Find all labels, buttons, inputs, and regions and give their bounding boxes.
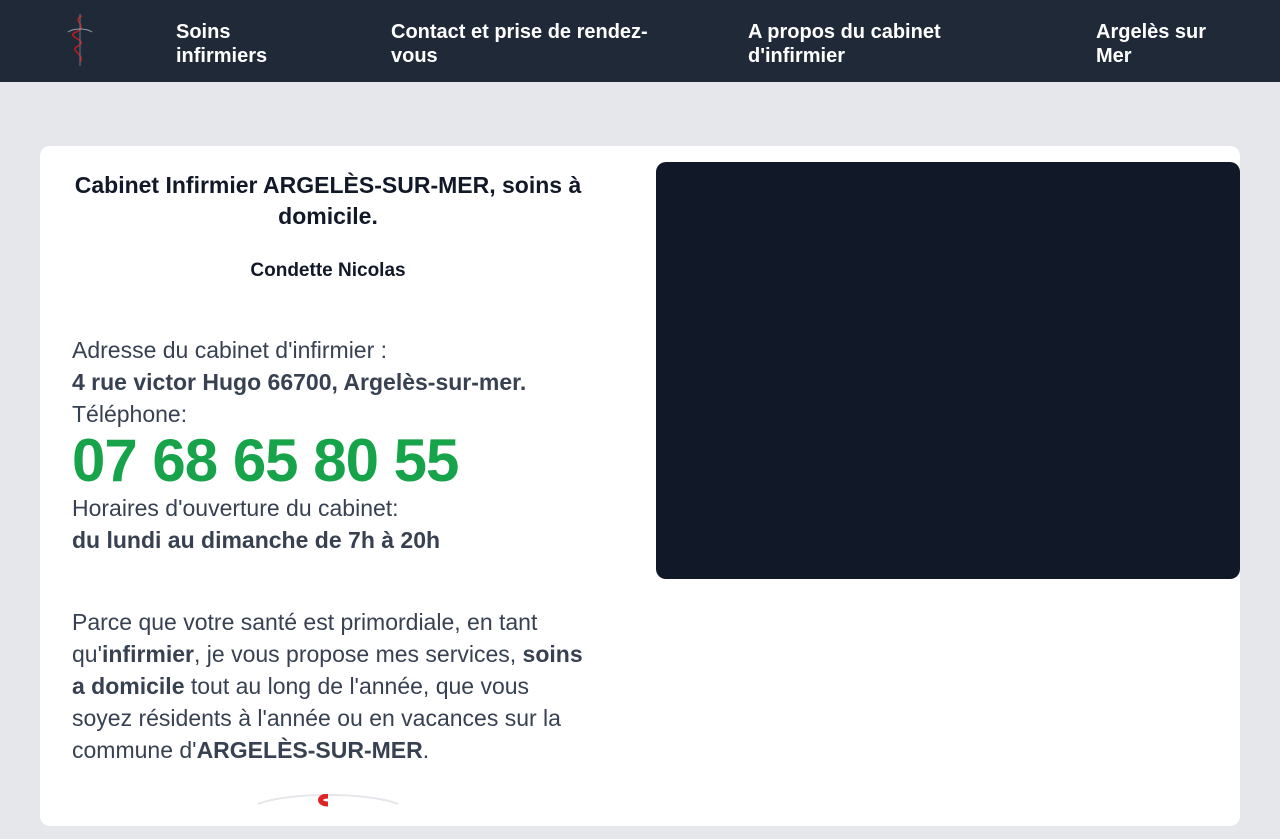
nav-soins-infirmiers[interactable]: Soins infirmiers	[176, 20, 306, 68]
intro-text-4: .	[422, 737, 430, 763]
intro-paragraph: Parce que votre santé est primordiale, e…	[72, 606, 584, 766]
phone-label: Téléphone:	[72, 401, 188, 427]
nav-a-propos[interactable]: A propos du cabinet d'infirmier	[748, 20, 968, 68]
content-card: Cabinet Infirmier ARGELÈS-SUR-MER, soins…	[40, 146, 1240, 826]
nurse-name: Condette Nicolas	[250, 260, 406, 281]
phone-number-link[interactable]: 07 68 65 80 55	[72, 430, 584, 492]
cabinet-info-section: Cabinet Infirmier ARGELÈS-SUR-MER, soins…	[72, 170, 584, 789]
top-navigation-bar: Soins infirmiers Contact et prise de ren…	[0, 0, 1280, 82]
hours-value: du lundi au dimanche de 7h à 20h	[72, 527, 441, 553]
intro-bold-commune: ARGELÈS-SUR-MER	[196, 737, 423, 763]
address-label: Adresse du cabinet d'infirmier :	[72, 337, 388, 363]
contact-info: Adresse du cabinet d'infirmier : 4 rue v…	[72, 334, 584, 556]
nav-contact-rendez-vous[interactable]: Contact et prise de rendez-vous	[391, 20, 671, 68]
intro-text-2: , je vous propose mes services,	[194, 641, 523, 667]
address-value: 4 rue victor Hugo 66700, Argelès-sur-mer…	[72, 369, 527, 395]
hours-label: Horaires d'ouverture du cabinet:	[72, 495, 399, 521]
partial-logo-icon	[248, 793, 408, 834]
caduceus-logo-icon[interactable]	[60, 12, 100, 68]
intro-bold-infirmier: infirmier	[101, 641, 195, 667]
media-embed-placeholder[interactable]	[656, 162, 1240, 579]
page-title: Cabinet Infirmier ARGELÈS-SUR-MER, soins…	[74, 172, 582, 229]
nav-argeles-sur-mer[interactable]: Argelès sur Mer	[1096, 20, 1226, 68]
